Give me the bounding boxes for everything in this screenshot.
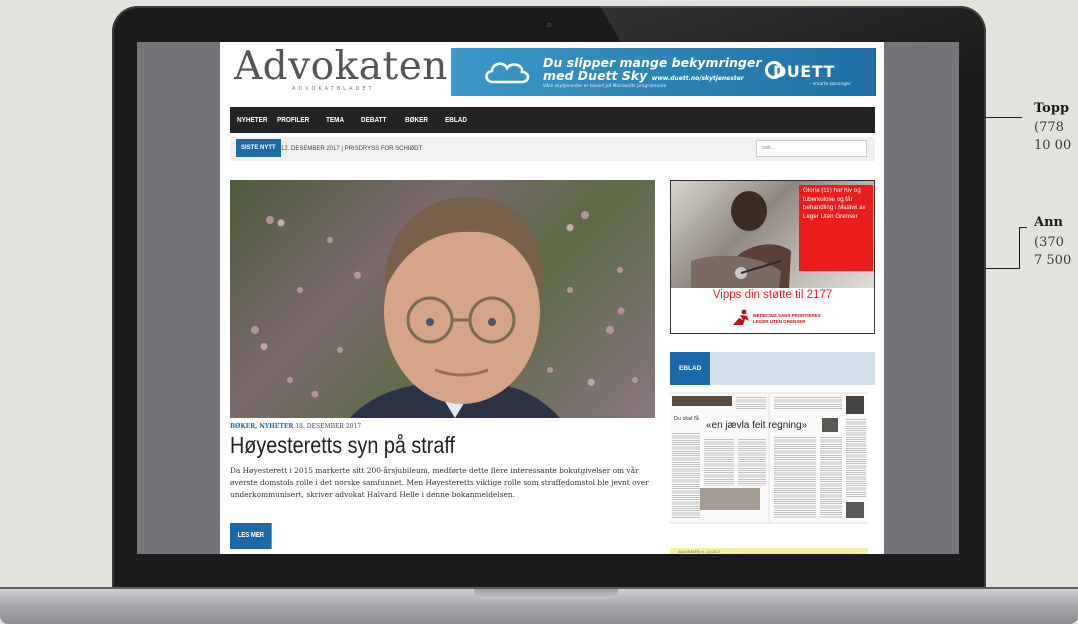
article-title[interactable]: Høyesteretts syn på straff: [230, 432, 455, 459]
callout-title-2: Ann: [1034, 215, 1063, 230]
msf-name-line-2: LEGER UTEN GRENSER: [753, 318, 806, 324]
ticker-headline[interactable]: 12. DESEMBER 2017 | PRISDRYSS FOR SCHIØD…: [281, 139, 422, 159]
article-categories[interactable]: BØKER, NYHETER: [230, 423, 293, 430]
magazine-text-block-5: [820, 436, 842, 518]
website: Advokaten ADVOKATBLADET Du slipper mange…: [220, 42, 884, 554]
magazine-photo-people: [700, 488, 760, 510]
logo-wordmark: Advokaten: [234, 44, 448, 89]
search-input[interactable]: søk...: [756, 140, 867, 157]
magazine-headline: «en jævla feit regning»: [706, 420, 808, 431]
next-issue-label: ADVOKATEN nr. 10/2017: [678, 550, 721, 554]
banner-fineprint: Våre skytjenester er basert på Microsoft…: [543, 84, 667, 89]
callout-price-2: 7 500: [1034, 253, 1072, 268]
callout-dims-2: (370: [1034, 235, 1064, 250]
eblad-next-issue[interactable]: ADVOKATEN nr. 10/2017: [670, 548, 868, 554]
msf-runner-icon: [733, 309, 749, 325]
eblad-magazine-thumbnail[interactable]: Du skal få «en jævla feit regning»: [670, 392, 868, 524]
portrait-illustration: [251, 196, 638, 418]
nav-item-profiler[interactable]: PROFILER: [277, 107, 309, 133]
article-excerpt: Da Høyesterett i 2015 markerte sitt 200-…: [230, 466, 649, 499]
msf-name-line-1: MEDECINS SANS FRONTIERES: [753, 313, 821, 318]
cloud-icon: [485, 62, 530, 84]
laptop-base-notch: [474, 589, 618, 599]
msf-ad[interactable]: Gloria (11) har hiv og tuberkulose og få…: [670, 180, 875, 334]
magazine-text-block-3: [738, 438, 766, 486]
banner-url: www.duett.no/skytjenester: [651, 75, 744, 82]
nav-item-tema[interactable]: TEMA: [326, 107, 344, 133]
banner-headline-2: med Duett Sky www.duett.no/skytjenester: [543, 69, 744, 85]
nav-item-nyheter[interactable]: NYHETER: [237, 107, 267, 133]
ad-call-to-action: Vipps din støtte til 2177: [712, 289, 833, 301]
magazine-text-block-1: [672, 432, 700, 518]
magazine-text-block-7: [736, 396, 766, 410]
nav-item-debatt[interactable]: DEBATT: [361, 107, 386, 133]
ticker-badge: SISTE NYTT: [236, 139, 281, 157]
nav-item-boker[interactable]: BØKER: [405, 107, 428, 133]
callout-price-1: 10 00: [1034, 138, 1072, 153]
magazine-photo-bottom: [846, 502, 864, 518]
article-meta: BØKER, NYHETER 18. DESEMBER 2017: [230, 423, 361, 430]
duett-tagline: – smarte løsninger: [809, 82, 851, 87]
banner-headline-2-text: med Duett Sky: [543, 68, 648, 83]
callout-leader-line-2-tick: [1019, 227, 1027, 228]
nav-item-eblad[interactable]: EBLAD: [445, 107, 467, 133]
callout-dims-1: (778: [1034, 120, 1064, 135]
news-ticker: SISTE NYTT 12. DESEMBER 2017 | PRISDRYSS…: [230, 137, 875, 161]
magazine-photo-top: [672, 396, 732, 406]
article-hero-photo[interactable]: [230, 180, 655, 418]
magazine-text-block-2: [704, 438, 734, 486]
eblad-section-header: EBLAD: [670, 352, 875, 385]
magazine-text-block-4: [774, 436, 816, 518]
magazine-text-block-6: [846, 418, 866, 498]
article-date: 18. DESEMBER 2017: [295, 423, 362, 430]
msf-org-name: MEDECINS SANS FRONTIERES LEGER UTEN GREN…: [753, 313, 821, 324]
magazine-pretitle: Du skal få: [674, 416, 699, 422]
msf-logo: MEDECINS SANS FRONTIERES LEGER UTEN GREN…: [731, 309, 851, 329]
read-more-button[interactable]: LES MER: [230, 523, 272, 549]
duett-brand: DUETT – smarte løsninger: [765, 57, 865, 89]
magazine-photo-portrait-2: [822, 418, 838, 432]
eblad-tab[interactable]: EBLAD: [670, 352, 711, 385]
site-logo[interactable]: Advokaten ADVOKATBLADET: [234, 44, 448, 98]
ad-story-box: Gloria (11) har hiv og tuberkulose og få…: [799, 185, 873, 271]
main-navigation: NYHETER PROFILER TEMA DEBATT BØKER EBLAD: [230, 107, 875, 133]
callout-leader-line-2-vertical: [1019, 227, 1020, 269]
magazine-photo-portrait: [846, 396, 864, 414]
callout-title-1: Topp: [1034, 101, 1070, 116]
webcam: [546, 22, 552, 28]
logo-subtitle: ADVOKATBLADET: [292, 86, 375, 92]
laptop-screen: Advokaten ADVOKATBLADET Du slipper mange…: [137, 42, 959, 554]
duett-wordmark: DUETT: [773, 62, 835, 81]
duett-banner-ad[interactable]: Du slipper mange bekymringer med Duett S…: [451, 48, 876, 96]
magazine-text-block-8: [774, 396, 842, 410]
